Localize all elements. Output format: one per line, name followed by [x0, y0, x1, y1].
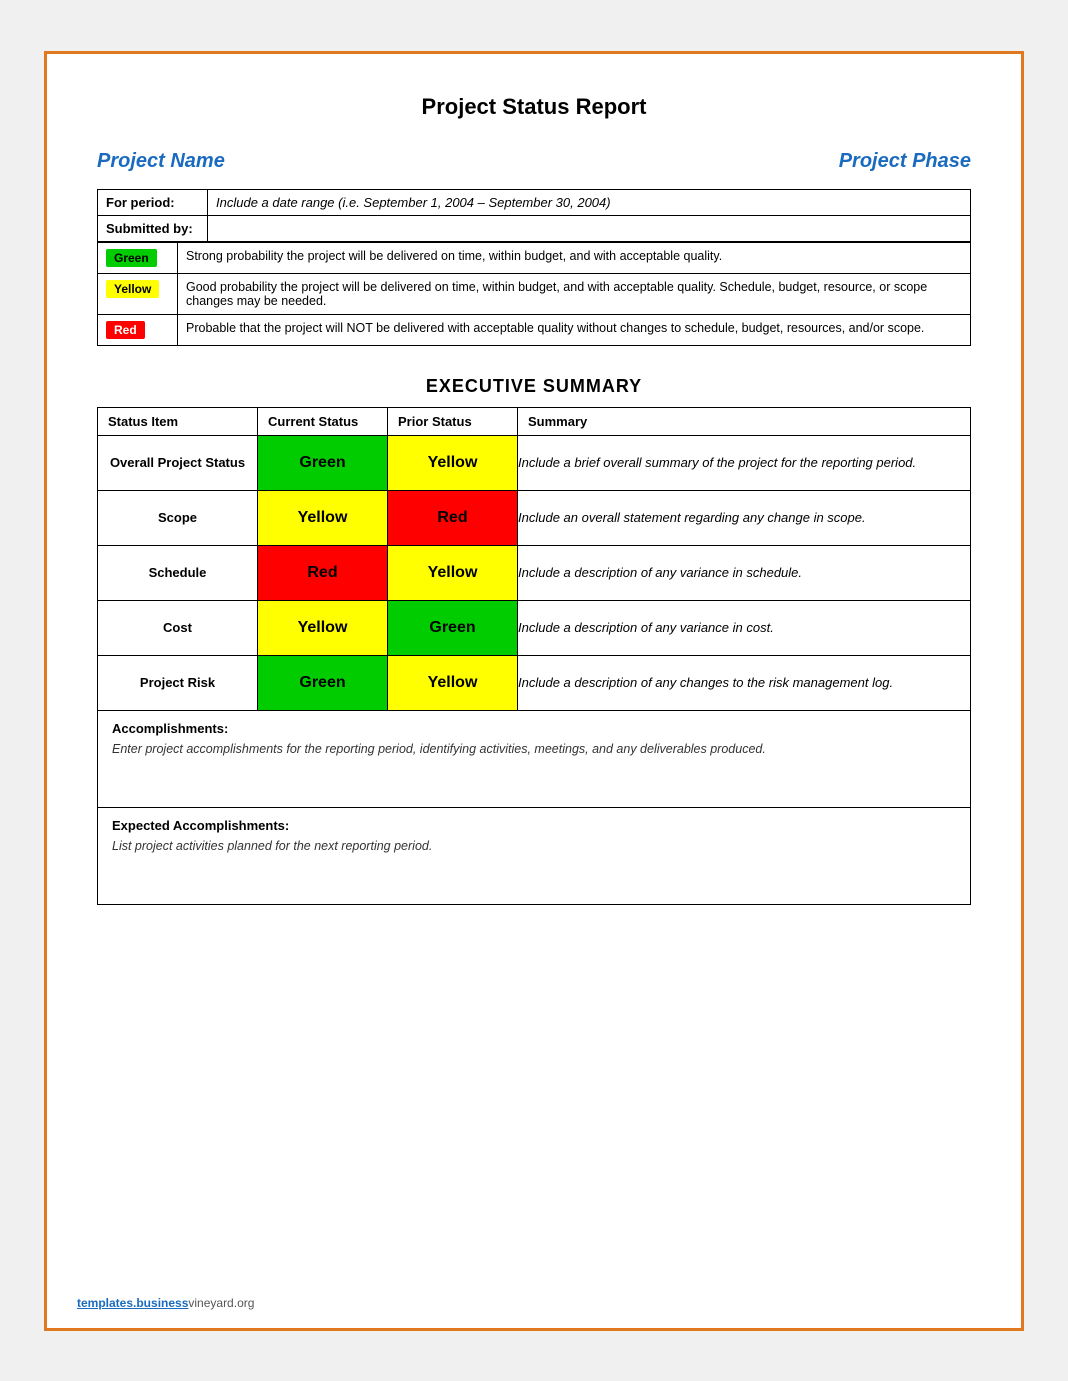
- period-label: For period:: [98, 189, 208, 215]
- exec-row: Overall Project StatusGreenYellowInclude…: [98, 435, 971, 490]
- executive-summary-title: EXECUTIVE SUMMARY: [97, 376, 971, 397]
- expected-section: Expected Accomplishments: List project a…: [97, 808, 971, 905]
- period-value: Include a date range (i.e. September 1, …: [208, 189, 971, 215]
- exec-row: ScopeYellowRedInclude an overall stateme…: [98, 490, 971, 545]
- legend-red-desc: Probable that the project will NOT be de…: [178, 314, 971, 345]
- col-summary: Summary: [518, 407, 971, 435]
- legend-yellow-badge-cell: Yellow: [98, 273, 178, 314]
- exec-summary: Include a brief overall summary of the p…: [518, 435, 971, 490]
- accomplishments-title: Accomplishments:: [112, 721, 956, 736]
- exec-current-status: Yellow: [258, 600, 388, 655]
- exec-prior-status: Yellow: [388, 545, 518, 600]
- col-prior-status: Prior Status: [388, 407, 518, 435]
- exec-current-status: Green: [258, 435, 388, 490]
- exec-prior-status: Red: [388, 490, 518, 545]
- green-badge: Green: [106, 249, 157, 267]
- exec-summary: Include a description of any changes to …: [518, 655, 971, 710]
- accomplishments-section: Accomplishments: Enter project accomplis…: [97, 711, 971, 808]
- legend-yellow-row: Yellow Good probability the project will…: [98, 273, 971, 314]
- submitted-label: Submitted by:: [98, 215, 208, 241]
- exec-current-status: Red: [258, 545, 388, 600]
- info-table: For period: Include a date range (i.e. S…: [97, 189, 971, 242]
- footer: templates.businessvineyard.org: [77, 1296, 254, 1310]
- legend-red-row: Red Probable that the project will NOT b…: [98, 314, 971, 345]
- exec-header-row: Status Item Current Status Prior Status …: [98, 407, 971, 435]
- expected-text: List project activities planned for the …: [112, 839, 956, 894]
- exec-row: ScheduleRedYellowInclude a description o…: [98, 545, 971, 600]
- project-name-label: Project Name: [97, 150, 225, 173]
- exec-status-item: Cost: [98, 600, 258, 655]
- exec-current-status: Yellow: [258, 490, 388, 545]
- submitted-value: [208, 215, 971, 241]
- exec-status-item: Scope: [98, 490, 258, 545]
- exec-row: CostYellowGreenInclude a description of …: [98, 600, 971, 655]
- legend-green-row: Green Strong probability the project wil…: [98, 242, 971, 273]
- exec-prior-status: Yellow: [388, 655, 518, 710]
- legend-table: Green Strong probability the project wil…: [97, 242, 971, 346]
- project-phase-label: Project Phase: [839, 150, 971, 173]
- legend-green-desc: Strong probability the project will be d…: [178, 242, 971, 273]
- legend-yellow-desc: Good probability the project will be del…: [178, 273, 971, 314]
- col-status-item: Status Item: [98, 407, 258, 435]
- exec-status-item: Overall Project Status: [98, 435, 258, 490]
- project-header: Project Name Project Phase: [97, 150, 971, 173]
- footer-suffix: vineyard.org: [188, 1296, 254, 1310]
- exec-summary: Include a description of any variance in…: [518, 545, 971, 600]
- exec-status-item: Schedule: [98, 545, 258, 600]
- accomplishments-text: Enter project accomplishments for the re…: [112, 742, 956, 797]
- period-row: For period: Include a date range (i.e. S…: [98, 189, 971, 215]
- executive-summary-table: Status Item Current Status Prior Status …: [97, 407, 971, 711]
- legend-red-badge-cell: Red: [98, 314, 178, 345]
- yellow-badge: Yellow: [106, 280, 159, 298]
- footer-brand: templates.business: [77, 1296, 188, 1310]
- col-current-status: Current Status: [258, 407, 388, 435]
- exec-summary: Include a description of any variance in…: [518, 600, 971, 655]
- exec-prior-status: Yellow: [388, 435, 518, 490]
- expected-title: Expected Accomplishments:: [112, 818, 956, 833]
- exec-summary: Include an overall statement regarding a…: [518, 490, 971, 545]
- exec-current-status: Green: [258, 655, 388, 710]
- submitted-row: Submitted by:: [98, 215, 971, 241]
- red-badge: Red: [106, 321, 145, 339]
- main-title: Project Status Report: [97, 94, 971, 120]
- exec-row: Project RiskGreenYellowInclude a descrip…: [98, 655, 971, 710]
- exec-status-item: Project Risk: [98, 655, 258, 710]
- exec-prior-status: Green: [388, 600, 518, 655]
- report-page: Project Status Report Project Name Proje…: [44, 51, 1024, 1331]
- legend-green-badge-cell: Green: [98, 242, 178, 273]
